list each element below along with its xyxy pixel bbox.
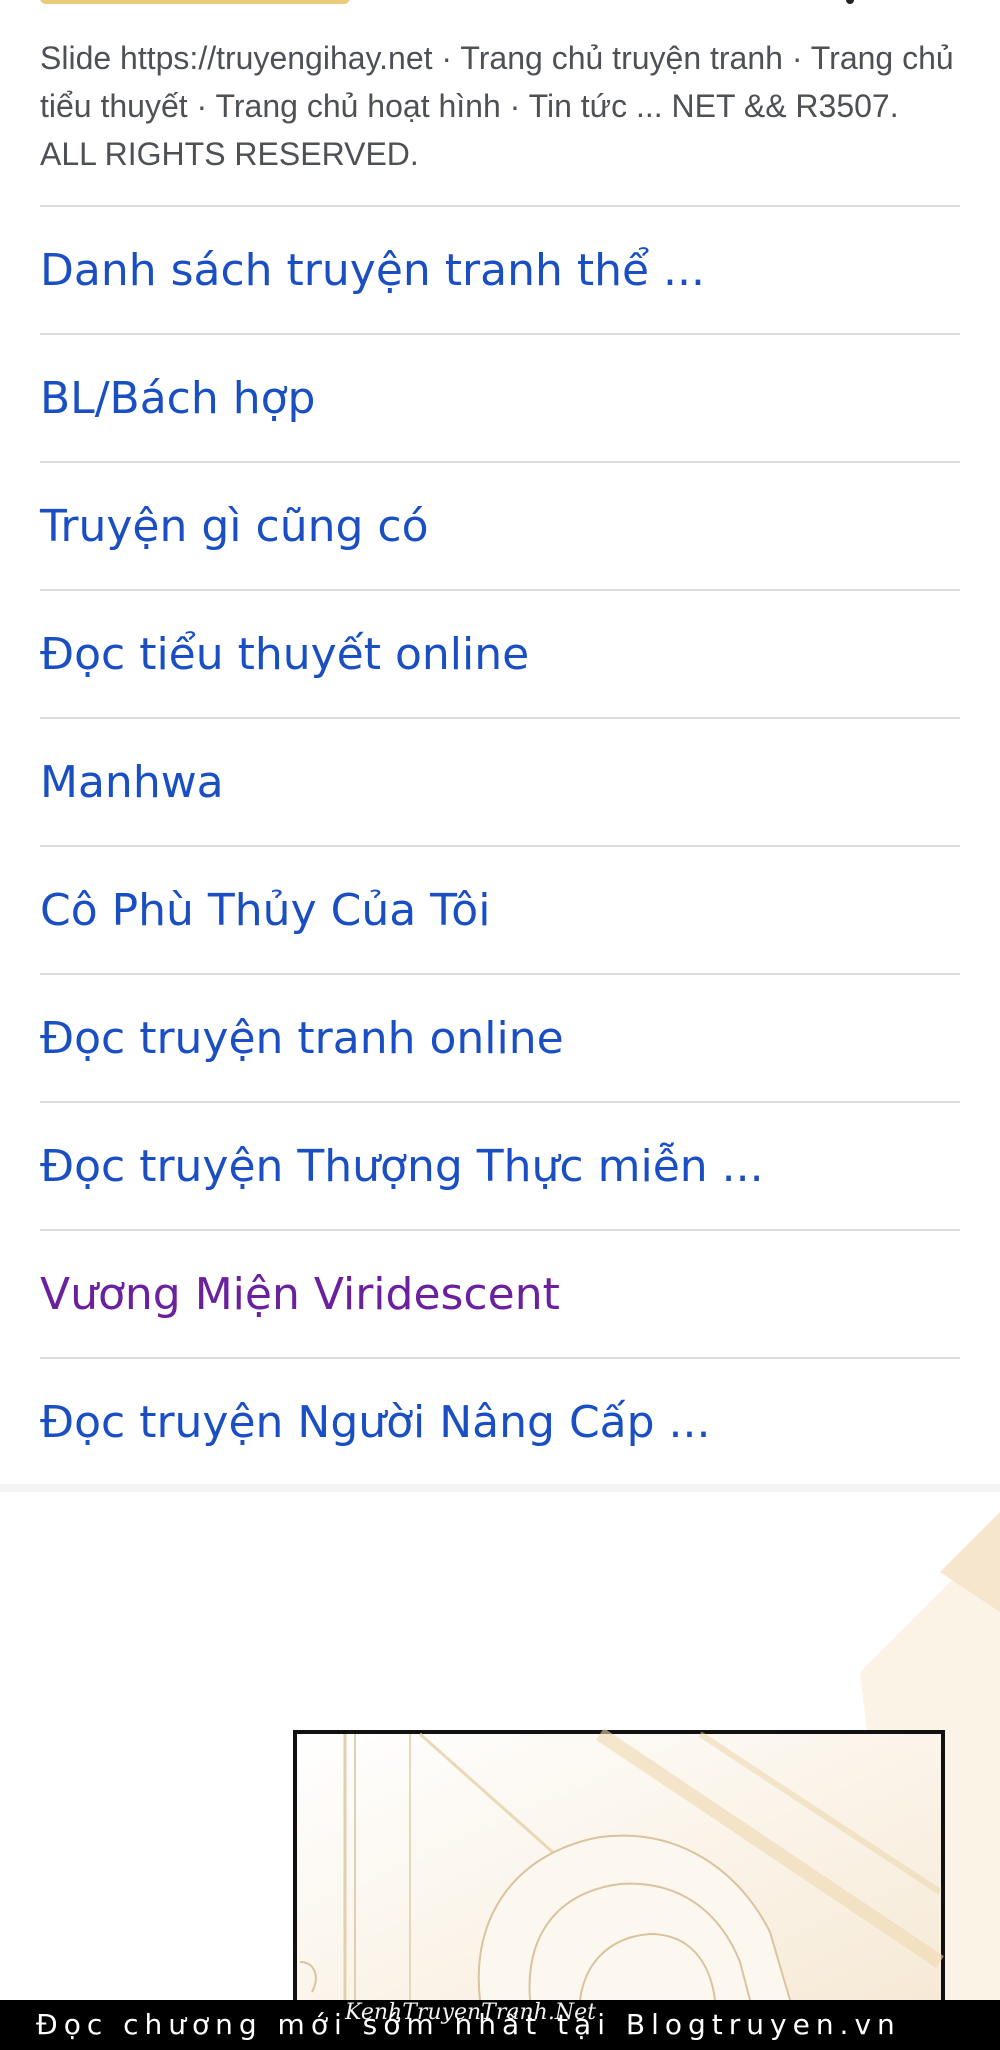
result-snippet: Slide https://truyengihay.net · Trang ch…: [40, 40, 954, 172]
related-search-link[interactable]: Vương Miện Viridescent: [40, 1231, 960, 1359]
section-divider: [0, 1484, 1000, 1492]
cropped-result-title[interactable]: [40, 0, 350, 4]
related-search-link[interactable]: Đọc truyện Người Nâng Cấp ...: [40, 1359, 960, 1487]
related-search-link[interactable]: Đọc tiểu thuyết online: [40, 591, 960, 719]
cropped-mark-icon: [846, 0, 854, 4]
related-search-link[interactable]: Manhwa: [40, 719, 960, 847]
footer-banner: Đọc chương mới sớm nhất tại Blogtruyen.v…: [0, 2000, 1000, 2050]
related-search-link[interactable]: Danh sách truyện tranh thể ...: [40, 207, 960, 335]
related-searches-list: Danh sách truyện tranh thể ... BL/Bách h…: [40, 205, 960, 1487]
related-search-link[interactable]: Truyện gì cũng có: [40, 463, 960, 591]
comic-panel-image: [0, 1492, 1000, 2000]
site-watermark: KenhTruyenTranh.Net: [345, 2000, 596, 2025]
related-search-link[interactable]: Đọc truyện tranh online: [40, 975, 960, 1103]
related-search-link[interactable]: BL/Bách hợp: [40, 335, 960, 463]
related-search-link[interactable]: Đọc truyện Thượng Thực miễn ...: [40, 1103, 960, 1231]
related-search-link[interactable]: Cô Phù Thủy Của Tôi: [40, 847, 960, 975]
cropped-result-header: [0, 0, 1000, 10]
